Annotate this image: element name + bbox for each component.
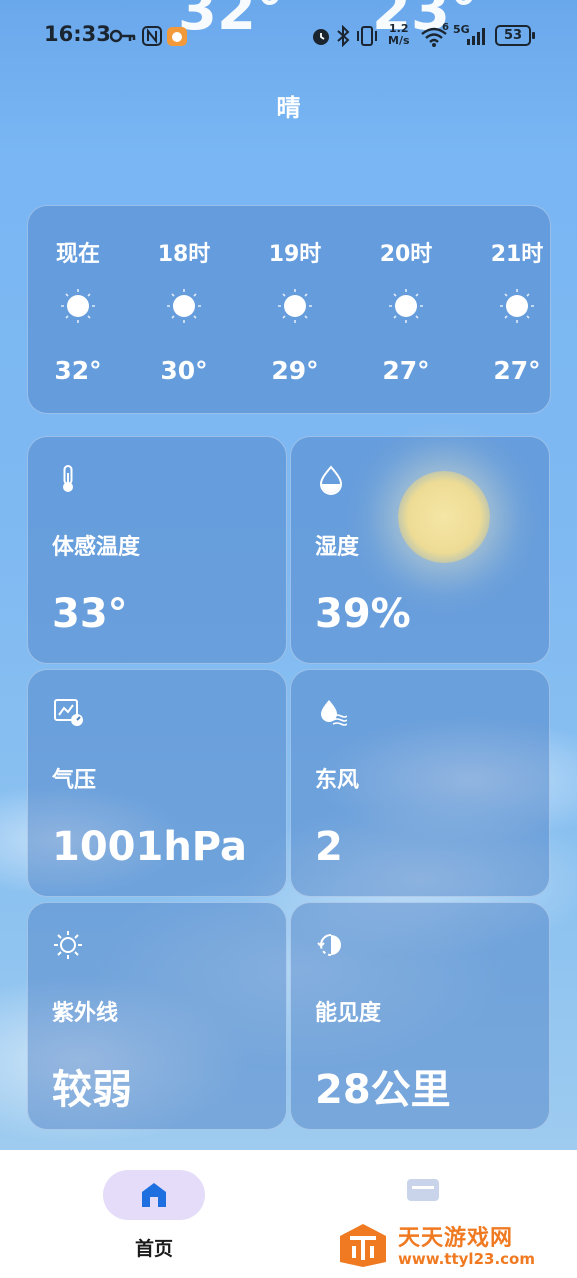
feels-like-tile[interactable]: 体感温度 33° [27,436,287,664]
app-notification-icon [167,27,187,46]
watermark-logo [340,1224,386,1267]
sun-icon [278,289,312,323]
home-icon [142,1183,166,1207]
status-time: 16:33 [44,22,111,46]
wind-tile[interactable]: 东风 2 [290,669,550,897]
sun-icon [389,289,423,323]
sun-glow-decoration [398,471,490,563]
hourly-forecast-card[interactable]: 现在 32° 18时 30° 19时 29° 20时 27° 21时 27° [27,205,551,414]
visibility-tile[interactable]: 能见度 28公里 [290,902,550,1130]
sun-icon [500,289,534,323]
humidity-drop-icon [319,465,343,495]
tile-value: 28公里 [315,1067,451,1113]
weather-condition: 晴 [276,94,301,122]
tile-value: 2 [315,824,343,870]
pressure-tile[interactable]: 气压 1001hPa [27,669,287,897]
key-icon [110,29,136,43]
battery-indicator: 53 [495,25,535,46]
nav-home-label: 首页 [134,1238,173,1260]
visibility-icon [317,934,341,956]
tile-title: 气压 [52,768,97,793]
hour-temp: 27° [382,356,430,385]
hour-temp: 29° [271,356,319,385]
hour-label: 18时 [157,242,211,267]
wind-icon [321,700,347,726]
tile-title: 湿度 [315,535,360,560]
signal-icon [467,28,485,45]
tile-title: 体感温度 [52,535,141,560]
bottom-navigation: 首页 天天游戏网 www.ttyl23.com [0,1150,577,1278]
pressure-gauge-icon [54,699,83,726]
vibrate-icon [357,26,377,46]
tile-value: 39% [315,591,411,637]
tile-value: 33° [52,591,128,637]
hour-temp: 32° [54,356,102,385]
watermark: 天天游戏网 www.ttyl23.com [338,1218,568,1274]
tile-title: 能见度 [315,1001,382,1026]
hour-label: 21时 [490,242,544,267]
hour-label: 19时 [268,242,322,267]
wifi-band: 6 [442,22,449,33]
sun-icon [61,289,95,323]
watermark-url: www.ttyl23.com [398,1250,535,1268]
header-temp-current: 32° [178,0,284,43]
bluetooth-icon [337,25,350,47]
alarm-icon [313,29,329,45]
watermark-name: 天天游戏网 [398,1226,514,1251]
hour-label: 现在 [55,242,100,267]
status-bar: 32° 23° 16:33 1.2 M/s 6 5G 53 [0,0,577,70]
nfc-icon [142,26,162,46]
tile-value: 1001hPa [52,824,248,870]
tile-title: 紫外线 [52,1001,119,1026]
uv-tile[interactable]: 紫外线 较弱 [27,902,287,1130]
nav-home-button[interactable] [103,1170,205,1220]
sun-icon [167,289,201,323]
tile-title: 东风 [315,768,360,793]
net-speed: 1.2 M/s [388,22,410,47]
uv-sun-icon [54,931,82,959]
hour-label: 20时 [379,242,433,267]
nav-list-icon[interactable] [406,1178,440,1202]
tile-value: 较弱 [52,1067,132,1113]
hour-temp: 27° [493,356,541,385]
hour-temp: 30° [160,356,208,385]
thermometer-icon [63,465,73,492]
humidity-tile[interactable]: 湿度 39% [290,436,550,664]
